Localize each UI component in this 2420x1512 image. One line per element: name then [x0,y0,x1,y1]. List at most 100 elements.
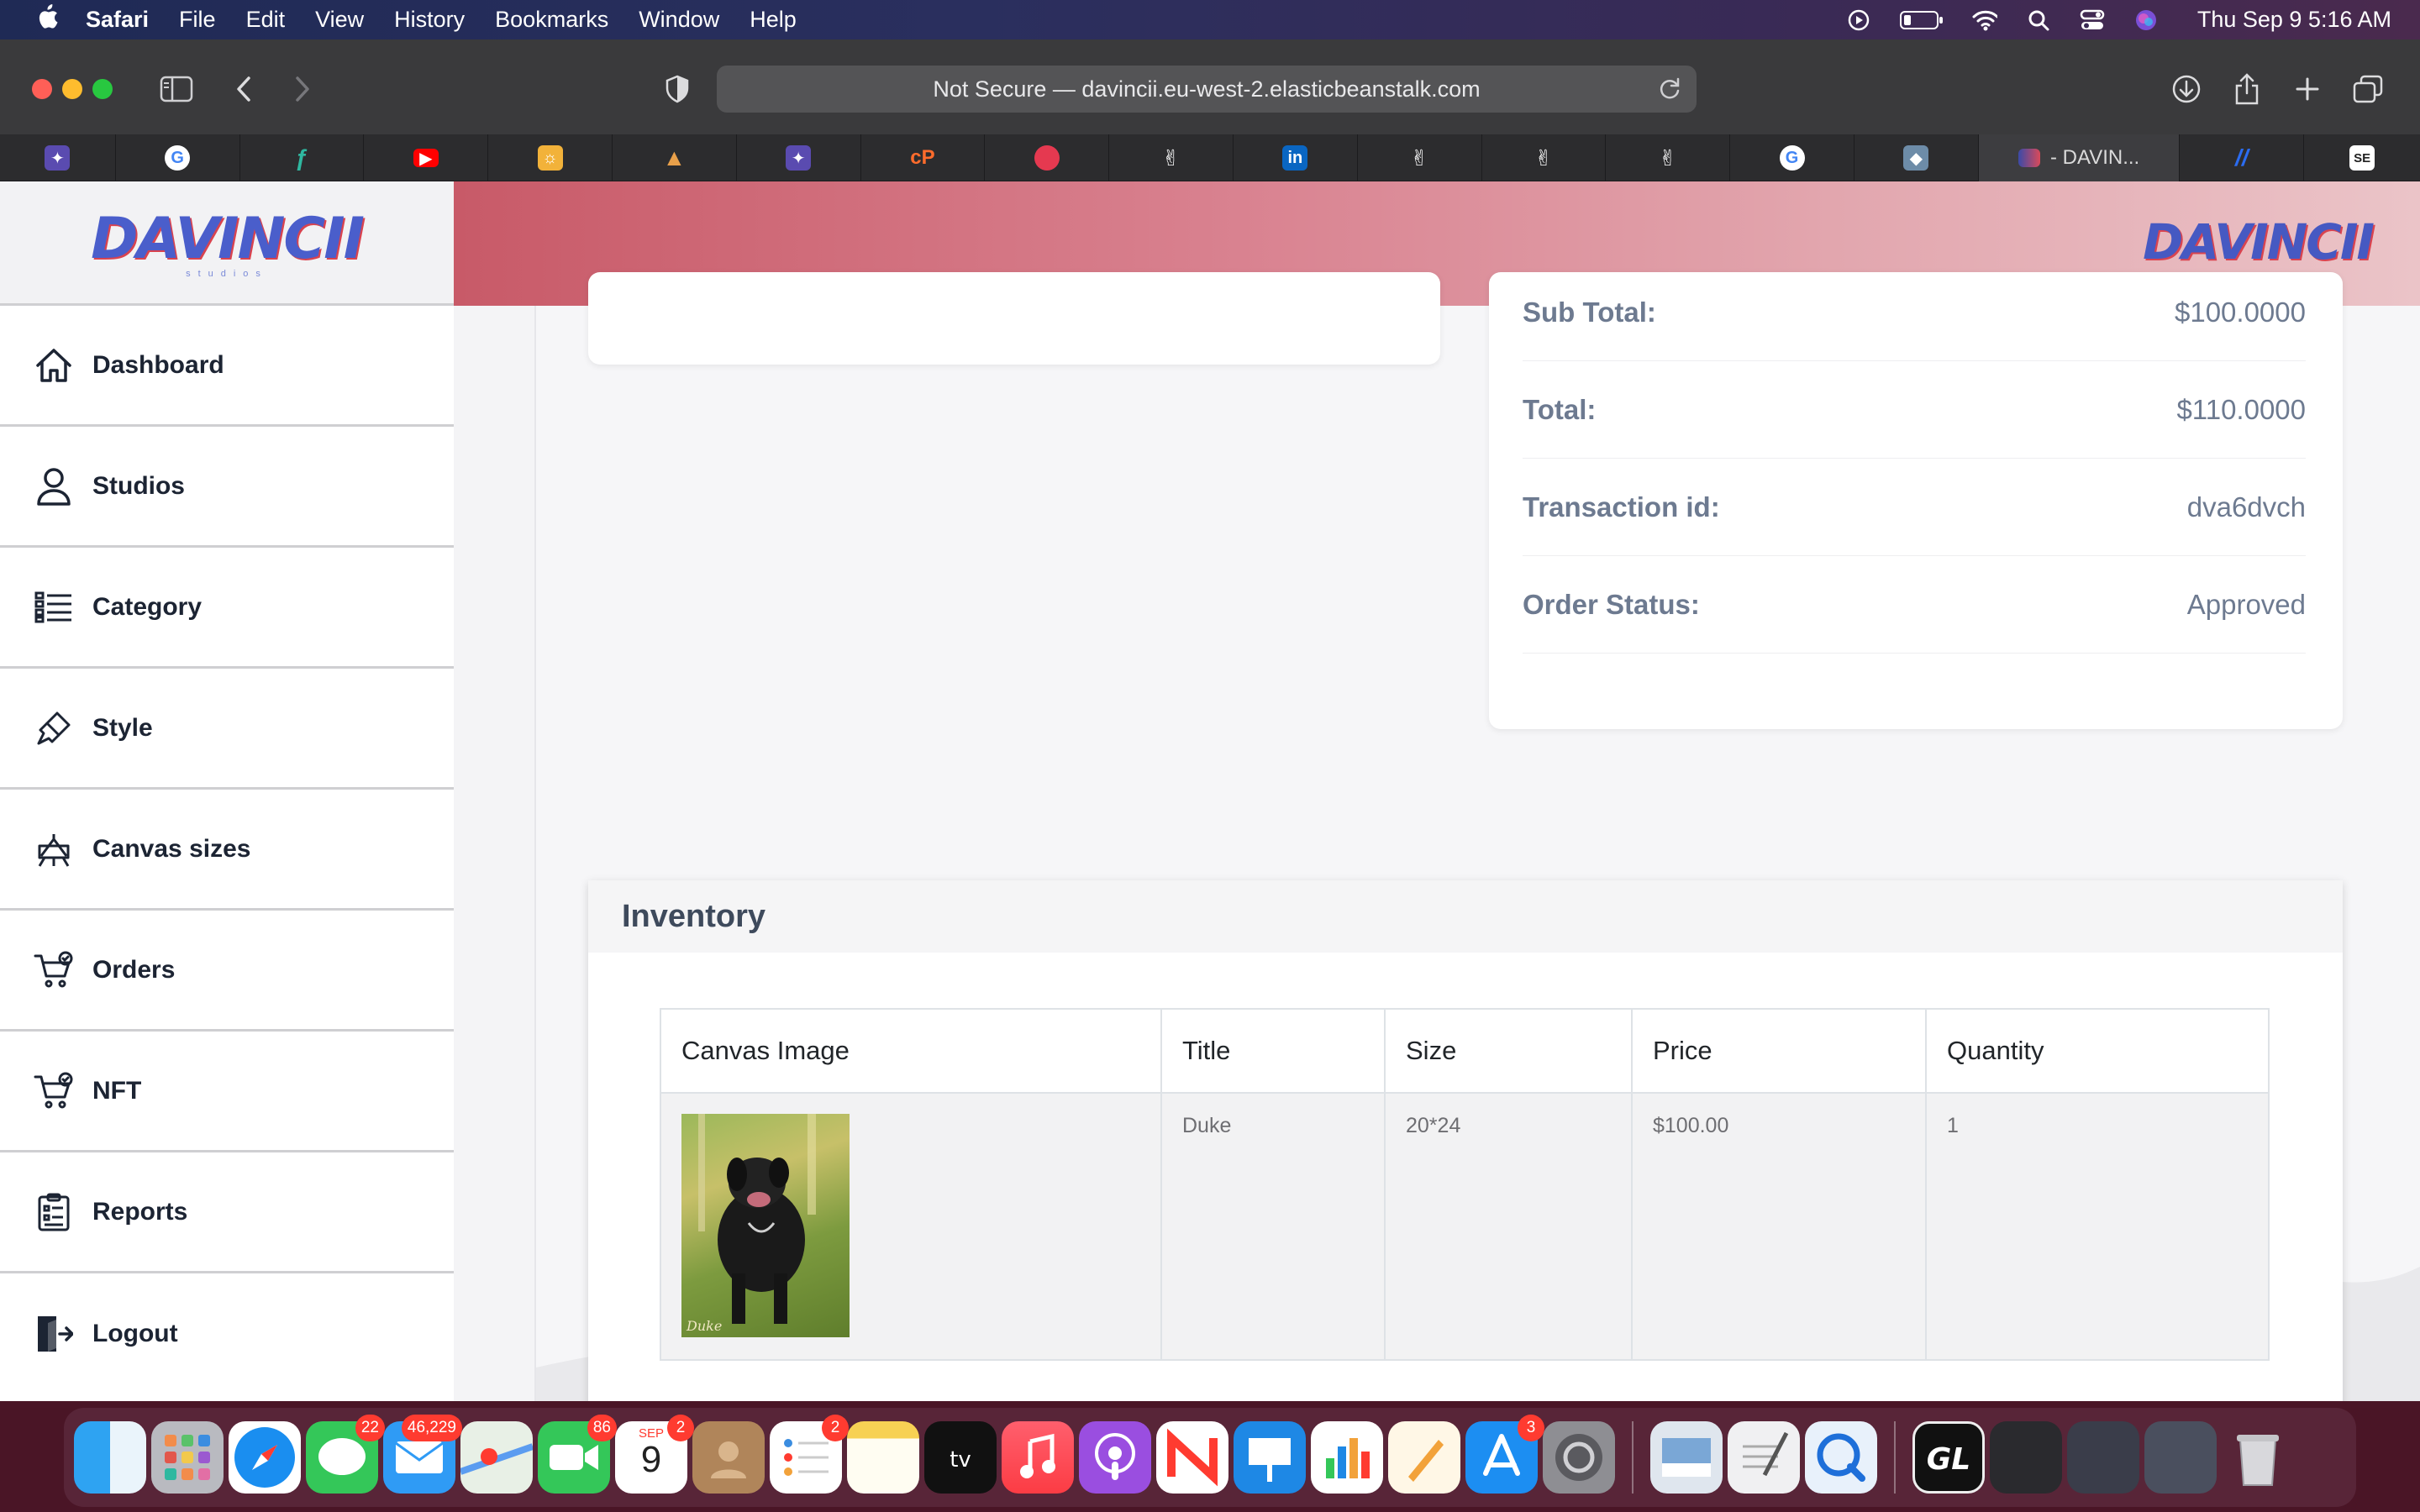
news-icon[interactable] [1156,1421,1228,1494]
sidebar-item-studios[interactable]: Studios [0,427,454,548]
battery-icon[interactable] [1899,8,1944,33]
tab-app-16[interactable]: ◆ [1854,134,1979,181]
notes-icon[interactable] [847,1421,919,1494]
clipboard-icon [34,1192,74,1232]
play-status-icon[interactable] [1846,8,1871,33]
column-header-title: Title [1160,1008,1386,1094]
safari-compass-icon[interactable] [229,1421,301,1494]
sidebar-item-canvas-sizes[interactable]: Canvas sizes [0,790,454,911]
tab-google-1[interactable]: G [116,134,240,181]
menu-window[interactable]: Window [639,7,719,33]
header-logo[interactable]: DAVINCII [2143,213,2375,270]
sidebar-item-style[interactable]: Style [0,669,454,790]
tab-davincii-1[interactable]: ✦ [0,134,116,181]
list-icon [34,587,74,627]
apple-logo-icon[interactable] [35,3,60,36]
mail-icon[interactable]: 46,229 [383,1415,462,1494]
maps-icon[interactable] [459,1421,534,1494]
subtotal-row: Sub Total: $100.0000 [1523,264,2306,361]
preview-icon[interactable] [1650,1421,1723,1494]
podcasts-icon[interactable] [1079,1421,1151,1494]
tab-overview-icon[interactable] [2348,69,2388,109]
music-icon[interactable] [1002,1421,1074,1494]
minimize-window-button[interactable] [62,79,82,99]
share-icon[interactable] [2227,69,2267,109]
keynote-icon[interactable] [1234,1421,1306,1494]
sidebar-item-orders[interactable]: Orders [0,911,454,1032]
canvas-image-dog-painting[interactable]: Duke [681,1114,850,1337]
pages-icon[interactable] [1388,1421,1460,1494]
minimized-window-icon[interactable] [2067,1421,2139,1494]
menu-bookmarks[interactable]: Bookmarks [495,7,608,33]
total-row: Total: $110.0000 [1523,361,2306,459]
textedit-icon[interactable] [1728,1421,1800,1494]
tab-peace-1[interactable]: ✌ [1109,134,1234,181]
tab-google-2[interactable]: G [1730,134,1854,181]
tab-linkedin[interactable]: in [1234,134,1358,181]
menu-app-name[interactable]: Safari [86,7,149,33]
tab-davincii-active[interactable]: - DAVIN... [1978,134,2181,181]
tab-davincii-2[interactable]: ✦ [737,134,861,181]
menubar-clock[interactable]: Thu Sep 9 5:16 AM [2197,7,2391,33]
calendar-icon[interactable]: SEP 9 2 [615,1415,694,1494]
contacts-icon[interactable] [692,1421,765,1494]
numbers-icon[interactable] [1311,1421,1383,1494]
tab-figma[interactable]: ƒ [240,134,365,181]
back-chevron-icon[interactable] [224,69,264,109]
total-label: Total: [1523,393,1597,425]
sidebar-item-dashboard[interactable]: Dashboard [0,306,454,427]
wifi-icon[interactable] [1972,8,1997,33]
quicktime-icon[interactable] [1805,1421,1877,1494]
trash-icon[interactable] [2222,1421,2294,1494]
dock-separator [1894,1421,1896,1494]
facetime-icon[interactable]: 86 [538,1415,617,1494]
tab-peace-3[interactable]: ✌ [1482,134,1607,181]
record-favicon-icon [1034,145,1060,171]
menu-edit[interactable]: Edit [246,7,286,33]
menu-file[interactable]: File [179,7,216,33]
tab-app-6[interactable]: ▲ [613,134,737,181]
sidebar-item-logout[interactable]: Logout [0,1273,454,1394]
tab-peace-4[interactable]: ✌ [1606,134,1731,181]
tab-sej[interactable]: SE [2304,134,2420,181]
new-tab-icon[interactable] [2287,69,2328,109]
column-header-price: Price [1631,1008,1927,1094]
siri-icon[interactable] [2133,8,2159,33]
system-preferences-icon[interactable] [1543,1421,1615,1494]
column-header-canvas-image: Canvas Image [660,1008,1162,1094]
finder-icon[interactable] [74,1421,146,1494]
menu-help[interactable]: Help [750,7,797,33]
sidebar-item-nft[interactable]: NFT [0,1032,454,1152]
sidebar-logo[interactable]: DAVINCII studios [0,181,454,306]
address-bar[interactable]: Not Secure — davincii.eu-west-2.elasticb… [717,66,1697,113]
sidebar-item-reports[interactable]: Reports [0,1152,454,1273]
reminders-icon[interactable]: 2 [770,1415,849,1494]
tab-app-5[interactable]: ☼ [488,134,613,181]
menu-history[interactable]: History [394,7,465,33]
cell-price: $100.00 [1631,1092,1927,1361]
app-store-icon[interactable]: 3 [1465,1415,1544,1494]
minimized-window-icon[interactable] [1990,1421,2062,1494]
sidebar-item-category[interactable]: Category [0,548,454,669]
reload-icon[interactable] [1658,76,1681,106]
minimized-window-icon[interactable] [2144,1421,2217,1494]
gl-app-icon[interactable]: GL [1912,1421,1985,1494]
messages-icon[interactable]: 22 [306,1415,385,1494]
close-window-button[interactable] [32,79,52,99]
privacy-shield-icon[interactable] [657,69,697,109]
spotlight-search-icon[interactable] [2026,8,2051,33]
apple-tv-icon[interactable]: tv [924,1421,997,1494]
tab-wave[interactable]: // [2180,134,2305,181]
tab-record[interactable] [985,134,1110,181]
launchpad-icon[interactable] [151,1421,224,1494]
logout-icon [34,1314,74,1354]
tab-youtube[interactable]: ▶ [364,134,489,181]
forward-chevron-icon[interactable] [282,69,323,109]
menu-view[interactable]: View [315,7,364,33]
tab-cpanel[interactable]: cP [861,134,986,181]
zoom-window-button[interactable] [92,79,113,99]
tab-peace-2[interactable]: ✌ [1358,134,1482,181]
sidebar-toggle-icon[interactable] [156,69,197,109]
control-center-icon[interactable] [2080,8,2105,33]
downloads-icon[interactable] [2166,69,2207,109]
